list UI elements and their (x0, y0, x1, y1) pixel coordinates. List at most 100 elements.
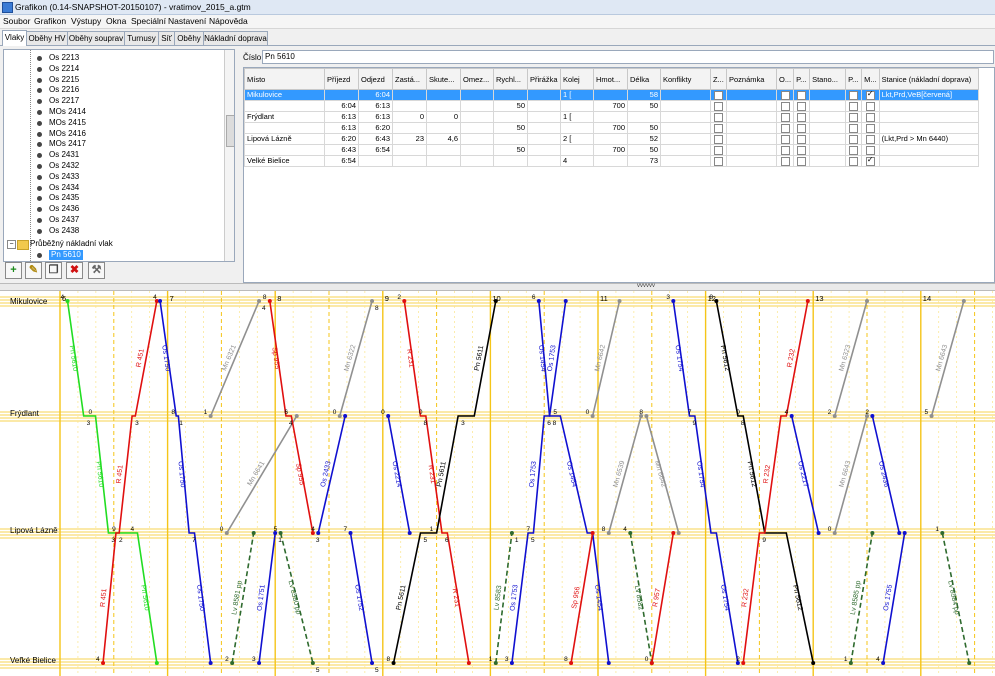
table-cell[interactable]: 50 (627, 122, 661, 134)
table-cell[interactable] (460, 155, 494, 167)
checkbox[interactable] (797, 101, 807, 111)
table-row[interactable]: 6:13 6:20 50 700 50 (244, 122, 979, 134)
table-cell[interactable]: Lipová Lázně (244, 133, 325, 145)
table-cell[interactable]: 50 (493, 100, 528, 112)
tree-scrollbar[interactable] (224, 50, 234, 261)
column-header[interactable]: Poznámka (726, 68, 777, 90)
menu-grafikon[interactable]: Grafikon (34, 16, 66, 27)
table-cell[interactable] (426, 144, 461, 156)
delete-button[interactable]: ✖ (66, 262, 83, 279)
tree-item[interactable]: Os 2434 (4, 183, 219, 193)
train-path[interactable] (269, 300, 314, 534)
checkbox[interactable] (780, 123, 790, 133)
table-cell[interactable] (861, 122, 880, 134)
table-row[interactable]: Lipová Lázně 6:20 6:43 23 4,6 2 [52 (Lkt,Prd >… (244, 133, 979, 145)
table-cell[interactable] (426, 100, 461, 112)
column-header[interactable]: M... (861, 68, 880, 90)
checkbox[interactable] (714, 101, 723, 111)
checkbox[interactable] (714, 156, 723, 166)
checkbox[interactable] (780, 90, 790, 100)
table-cell[interactable]: (Lkt,Prd > Mn 6440) (878, 133, 979, 145)
tree-item-selected[interactable]: Pn 5610 (4, 249, 219, 260)
table-cell[interactable] (660, 100, 711, 112)
checkbox[interactable] (780, 145, 790, 155)
table-cell[interactable]: Lkt,Prd,VeB[červená] (878, 89, 979, 101)
column-header[interactable]: Místo (244, 68, 325, 90)
table-cell[interactable]: 0 (392, 111, 427, 123)
tree-scroll-thumb[interactable] (226, 115, 234, 147)
tree-item[interactable]: Os 2217 (4, 96, 219, 106)
table-cell[interactable] (710, 100, 727, 112)
table-cell[interactable] (527, 144, 561, 156)
table-cell[interactable] (660, 144, 711, 156)
table-cell[interactable] (793, 144, 811, 156)
table-cell[interactable]: 700 (593, 100, 628, 112)
table-cell[interactable] (809, 144, 847, 156)
table-cell[interactable] (460, 122, 494, 134)
table-cell[interactable] (593, 89, 628, 101)
table-cell[interactable] (660, 111, 711, 123)
table-cell[interactable] (460, 89, 494, 101)
table-cell[interactable] (793, 111, 811, 123)
table-cell[interactable]: 58 (627, 89, 661, 101)
tab-turnusy[interactable]: Turnusy (124, 31, 159, 45)
table-cell[interactable] (527, 155, 561, 167)
table-cell[interactable] (861, 89, 880, 101)
table-cell[interactable] (845, 89, 863, 101)
checkbox[interactable] (714, 90, 723, 100)
table-cell[interactable] (861, 100, 880, 112)
column-header[interactable]: Kolej (560, 68, 594, 90)
table-cell[interactable] (845, 155, 863, 167)
table-cell[interactable]: 4 (560, 155, 594, 167)
tree-item[interactable]: MOs 2416 (4, 129, 219, 139)
table-cell[interactable] (845, 144, 863, 156)
menu-specialni[interactable]: Speciální (131, 16, 166, 27)
table-cell[interactable] (775, 100, 795, 112)
column-header[interactable]: Přirážka (527, 68, 561, 90)
table-row[interactable]: Velké Bielice 6:54 4 73 (244, 155, 979, 167)
checkbox[interactable] (865, 123, 875, 133)
tree-item[interactable]: Os 2214 (4, 64, 219, 74)
table-cell[interactable] (878, 100, 979, 112)
checkbox[interactable] (780, 112, 790, 122)
table-cell[interactable] (845, 100, 863, 112)
column-header[interactable]: Stanice (nákladní doprava) (878, 68, 979, 90)
table-cell[interactable]: 6:13 (358, 100, 393, 112)
checkbox[interactable] (849, 112, 859, 122)
table-cell[interactable] (809, 100, 847, 112)
table-cell[interactable] (527, 122, 561, 134)
table-cell[interactable] (861, 111, 880, 123)
table-row[interactable]: Frýdlant 6:13 6:13 0 0 1 [ (244, 111, 979, 123)
table-cell[interactable] (710, 122, 727, 134)
table-cell[interactable] (793, 133, 811, 145)
table-cell[interactable]: 6:54 (358, 144, 393, 156)
table-cell[interactable]: 1 [ (560, 89, 594, 101)
table-cell[interactable] (244, 122, 325, 134)
table-cell[interactable] (775, 89, 795, 101)
column-header[interactable]: Rychl... (493, 68, 528, 90)
table-cell[interactable]: 6:43 (358, 133, 393, 145)
table-cell[interactable] (493, 133, 528, 145)
tree-item[interactable]: MOs 2415 (4, 118, 219, 128)
checkbox[interactable] (849, 123, 859, 133)
table-cell[interactable] (775, 111, 795, 123)
table-cell[interactable] (560, 100, 594, 112)
cislo-field[interactable]: Pn 5610 (262, 50, 994, 64)
table-cell[interactable]: 700 (593, 144, 628, 156)
checkbox[interactable] (780, 134, 790, 144)
column-header[interactable]: Odjezd (358, 68, 393, 90)
edit-button[interactable]: ✎ (25, 262, 42, 279)
tree-item[interactable]: Os 2437 (4, 215, 219, 225)
table-cell[interactable] (793, 122, 811, 134)
menu-okna[interactable]: Okna (106, 16, 126, 27)
checkbox[interactable] (849, 101, 859, 111)
checkbox[interactable] (714, 112, 723, 122)
train-tree[interactable]: Os 2213 Os 2214 Os 2215 Os 2216 Os 2217 MOs 2… (3, 49, 235, 262)
table-cell[interactable] (527, 111, 561, 123)
table-cell[interactable] (660, 155, 711, 167)
table-cell[interactable]: Frýdlant (244, 111, 325, 123)
menu-soubor[interactable]: Soubor (3, 16, 30, 27)
table-cell[interactable] (775, 144, 795, 156)
table-cell[interactable] (660, 122, 711, 134)
table-row[interactable]: Mikulovice 6:04 1 [58 Lkt,Prd,VeB[červená] (244, 89, 979, 101)
